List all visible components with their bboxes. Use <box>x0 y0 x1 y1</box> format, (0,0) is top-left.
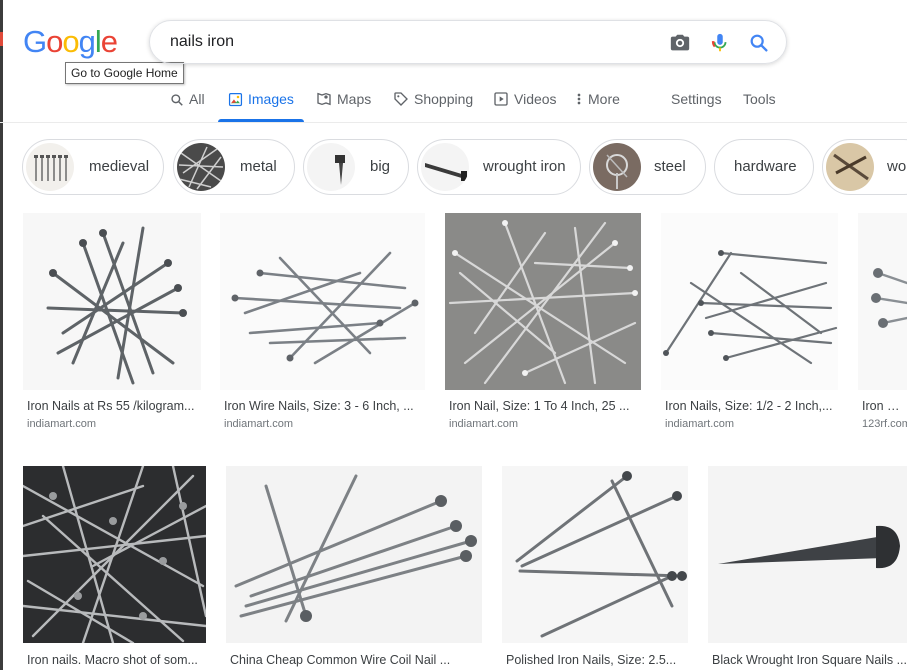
tab-label: All <box>189 91 205 107</box>
tab-settings[interactable]: Settings <box>671 88 722 122</box>
result-tile[interactable]: China Cheap Common Wire Coil Nail ... <box>226 466 482 670</box>
chip-wrought-iron[interactable]: wrought iron <box>417 139 581 195</box>
logo-letter: o <box>62 24 79 59</box>
tab-videos[interactable]: Videos <box>493 88 557 122</box>
result-source: indiamart.com <box>449 418 519 430</box>
result-tile[interactable]: Iron Nail, Size: 1 To 4 Inch, 25 ... ind… <box>445 213 641 433</box>
result-source: indiamart.com <box>27 418 97 430</box>
tab-images[interactable]: Images <box>228 88 294 122</box>
result-caption: Iron Nail, Size: 1 To 4 Inch, 25 ... <box>449 399 630 413</box>
result-tile[interactable]: Polished Iron Nails, Size: 2.5... <box>502 466 688 670</box>
result-caption: Iron Nails at Rs 55 /kilogram... <box>27 399 195 413</box>
tabs-divider <box>0 122 907 123</box>
logo-letter: o <box>46 24 63 59</box>
window-edge <box>0 0 3 670</box>
result-source: indiamart.com <box>665 418 735 430</box>
chip-label: steel <box>654 158 686 175</box>
tab-label: Shopping <box>414 91 474 107</box>
tab-all[interactable]: All <box>170 88 205 122</box>
tab-label: More <box>588 91 620 107</box>
chip-label: metal <box>240 158 277 175</box>
chip-label: medieval <box>89 158 150 175</box>
result-caption: Iron Nails, Size: 1/2 - 2 Inch,... <box>665 399 833 413</box>
image-icon <box>228 91 243 113</box>
chip-label: big <box>370 158 391 175</box>
tab-label: Images <box>248 91 294 107</box>
chip-thumbnail <box>421 143 469 191</box>
tab-shopping[interactable]: Shopping <box>393 88 473 122</box>
tab-label: Videos <box>514 91 557 107</box>
tab-maps[interactable]: Maps <box>316 88 371 122</box>
tab-label: Tools <box>743 91 776 107</box>
result-tile[interactable]: Iron Wire Nails, Size: 3 - 6 Inch, ... i… <box>220 213 425 433</box>
result-caption: Iron nails. Macro shot of som... <box>27 653 198 667</box>
tag-icon <box>393 91 409 113</box>
chip-hardware[interactable]: hardware <box>714 139 814 195</box>
google-logo[interactable]: Google <box>23 24 118 60</box>
window-edge-marker <box>0 32 3 46</box>
result-image[interactable] <box>858 213 907 390</box>
logo-letter: g <box>78 24 96 59</box>
result-image[interactable] <box>23 466 206 643</box>
logo-letter: G <box>23 24 47 59</box>
result-image[interactable] <box>708 466 907 643</box>
result-tile[interactable]: Iron Nail 123rf.com <box>858 213 907 433</box>
result-caption: Iron Wire Nails, Size: 3 - 6 Inch, ... <box>224 399 414 413</box>
more-vert-icon <box>575 91 583 113</box>
chip-thumbnail <box>593 143 641 191</box>
result-caption: China Cheap Common Wire Coil Nail ... <box>230 653 451 667</box>
result-tile[interactable]: Black Wrought Iron Square Nails ... <box>708 466 907 670</box>
map-icon <box>316 91 332 113</box>
tab-label: Maps <box>337 91 372 107</box>
result-caption: Polished Iron Nails, Size: 2.5... <box>506 653 677 667</box>
chip-steel[interactable]: steel <box>589 139 706 195</box>
result-tile[interactable]: Iron Nails, Size: 1/2 - 2 Inch,... india… <box>661 213 838 433</box>
result-caption: Iron Nail <box>862 399 907 413</box>
chip-medieval[interactable]: medieval <box>22 139 164 195</box>
result-image[interactable] <box>502 466 688 643</box>
result-tile[interactable]: Iron Nails at Rs 55 /kilogram... indiama… <box>23 213 201 433</box>
chip-metal[interactable]: metal <box>173 139 295 195</box>
result-image[interactable] <box>220 213 425 390</box>
tab-label: Settings <box>671 91 722 107</box>
chip-thumbnail <box>307 143 355 191</box>
search-bar <box>149 20 787 64</box>
tab-tools[interactable]: Tools <box>743 88 776 122</box>
chip-thumbnail <box>177 143 225 191</box>
result-image[interactable] <box>661 213 838 390</box>
result-source: indiamart.com <box>224 418 294 430</box>
result-image[interactable] <box>23 213 201 390</box>
result-image[interactable] <box>226 466 482 643</box>
chip-big[interactable]: big <box>303 139 409 195</box>
chip-thumbnail <box>26 143 74 191</box>
chip-label: hardware <box>734 158 797 175</box>
result-tile[interactable]: Iron nails. Macro shot of som... <box>23 466 206 670</box>
result-source: 123rf.com <box>862 418 907 430</box>
search-icon[interactable] <box>748 32 770 54</box>
chip-wood[interactable]: wo <box>822 139 907 195</box>
search-input[interactable] <box>170 31 650 53</box>
chip-label: wrought iron <box>483 158 566 175</box>
result-image[interactable] <box>445 213 641 390</box>
search-icon <box>170 91 184 113</box>
play-icon <box>493 91 509 113</box>
tab-more[interactable]: More <box>575 88 620 122</box>
result-caption: Black Wrought Iron Square Nails ... <box>712 653 907 667</box>
logo-tooltip: Go to Google Home <box>65 62 184 84</box>
chip-thumbnail <box>826 143 874 191</box>
microphone-icon[interactable] <box>709 32 731 54</box>
chip-label: wo <box>887 158 907 175</box>
camera-icon[interactable] <box>669 32 691 54</box>
logo-letter: e <box>100 24 118 59</box>
